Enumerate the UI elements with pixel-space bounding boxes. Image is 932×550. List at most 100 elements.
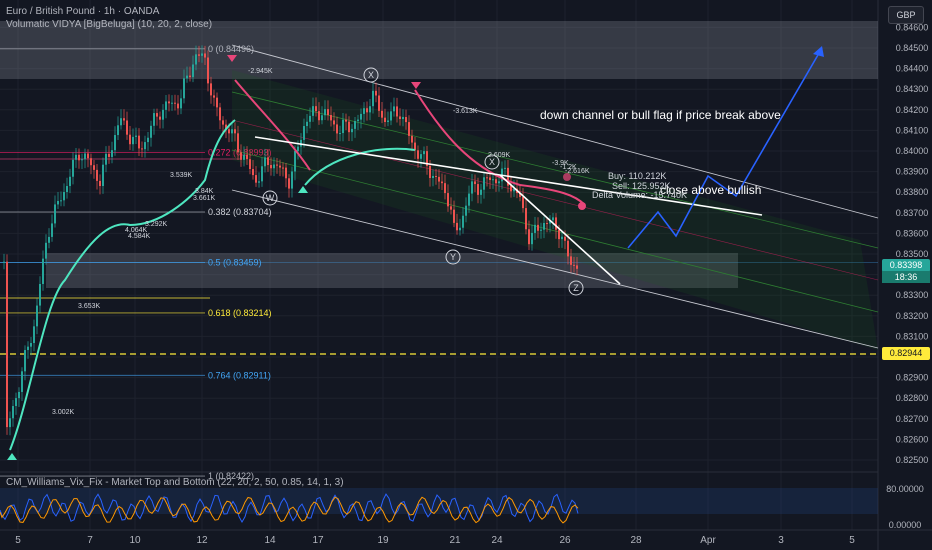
candle-body — [351, 128, 353, 133]
candle-body — [576, 265, 578, 269]
volume-label: 4.584K — [128, 233, 151, 240]
bar-countdown: 18:36 — [882, 271, 930, 283]
candle-body — [375, 90, 377, 96]
time-tick: Apr — [700, 535, 716, 546]
candle-body — [84, 153, 86, 160]
candle-body — [390, 111, 392, 121]
candle-body — [570, 256, 572, 265]
candle-body — [135, 135, 137, 137]
price-tick: 0.82700 — [896, 414, 929, 424]
candle-body — [99, 180, 101, 187]
candle-body — [537, 224, 539, 231]
oscillator-tick: 80.00000 — [886, 484, 924, 494]
candle-body — [3, 261, 5, 263]
candle-body — [555, 217, 557, 230]
candle-body — [363, 108, 365, 114]
candle-body — [573, 264, 575, 266]
price-tick: 0.84100 — [896, 125, 929, 135]
candle-body — [240, 152, 242, 160]
candle-body — [468, 193, 470, 206]
candle-body — [378, 95, 380, 111]
indicator-title[interactable]: Volumatic VIDYA [BigBeluga] (10, 20, 2, … — [6, 19, 212, 30]
candle-body — [405, 117, 407, 123]
candle-body — [417, 150, 419, 159]
price-tick: 0.84200 — [896, 105, 929, 115]
candle-body — [273, 164, 275, 169]
candle-body — [96, 169, 98, 181]
price-tick: 0.82500 — [896, 455, 929, 465]
candle-body — [318, 111, 320, 121]
price-tick: 0.83300 — [896, 290, 929, 300]
candle-body — [444, 183, 446, 194]
candle-body — [348, 121, 350, 133]
candle-body — [255, 175, 257, 183]
candle-body — [156, 113, 158, 117]
candle-body — [387, 120, 389, 123]
currency-badge[interactable]: GBP — [888, 6, 924, 24]
candle-body — [534, 224, 536, 233]
oscillator-band — [0, 488, 878, 514]
candle-body — [54, 204, 56, 224]
bearish-marker — [411, 82, 421, 89]
candle-body — [354, 121, 356, 129]
candle-body — [327, 109, 329, 116]
candle-body — [423, 151, 425, 155]
price-tick: 0.83900 — [896, 167, 929, 177]
candle-body — [150, 125, 152, 138]
candle-body — [321, 115, 323, 121]
candle-body — [12, 406, 14, 419]
symbol-title[interactable]: Euro / British Pound · 1h · OANDA — [6, 6, 159, 17]
wave-label-text: X — [368, 70, 374, 80]
candle-body — [450, 206, 452, 210]
candle-body — [483, 177, 485, 190]
candle-body — [345, 119, 347, 122]
candle-body — [369, 106, 371, 113]
candle-body — [102, 164, 104, 187]
fib-label: 0.618 (0.83214) — [208, 308, 272, 318]
candle-body — [333, 120, 335, 125]
bullish-marker — [7, 453, 17, 460]
price-chart[interactable]: 0.846000.845000.844000.843000.842000.841… — [0, 0, 932, 550]
wave-label-text: Z — [573, 283, 579, 293]
fib-label: 0.764 (0.82911) — [208, 370, 271, 380]
time-tick: 12 — [196, 535, 208, 546]
candle-body — [306, 121, 308, 127]
candle-body — [303, 126, 305, 140]
wave-label-text: W — [266, 193, 275, 203]
candle-body — [42, 258, 44, 284]
candle-body — [45, 242, 47, 259]
candle-body — [249, 159, 251, 170]
candle-body — [177, 103, 179, 109]
candle-body — [162, 109, 164, 120]
delta-volume-label: Delta Volume: -15.740K — [592, 190, 687, 200]
candle-body — [132, 136, 134, 145]
price-tick: 0.83100 — [896, 331, 929, 341]
candle-body — [477, 184, 479, 195]
candle-body — [24, 350, 26, 372]
candle-body — [297, 146, 299, 151]
annotation-headline: down channel or bull flag if price break… — [540, 108, 781, 122]
oscillator-title[interactable]: CM_Williams_Vix_Fix - Market Top and Bot… — [6, 477, 344, 488]
candle-body — [495, 179, 497, 184]
candle-body — [207, 57, 209, 84]
candle-body — [393, 106, 395, 112]
candle-body — [198, 54, 200, 56]
candle-body — [72, 159, 74, 177]
candle-body — [141, 148, 143, 150]
candle-body — [540, 229, 542, 231]
candle-body — [531, 232, 533, 245]
fib-label: 0.382 (0.83704) — [208, 207, 272, 217]
candle-body — [180, 98, 182, 109]
time-tick: 5 — [15, 535, 21, 546]
candle-body — [486, 177, 488, 179]
candle-body — [372, 90, 374, 107]
candle-body — [330, 115, 332, 121]
candle-body — [51, 223, 53, 237]
candle-body — [312, 106, 314, 116]
candle-body — [465, 205, 467, 216]
candle-body — [270, 165, 272, 169]
price-tick: 0.84000 — [896, 146, 929, 156]
candle-body — [33, 326, 35, 344]
candle-body — [165, 101, 167, 110]
price-tick: 0.83800 — [896, 187, 929, 197]
